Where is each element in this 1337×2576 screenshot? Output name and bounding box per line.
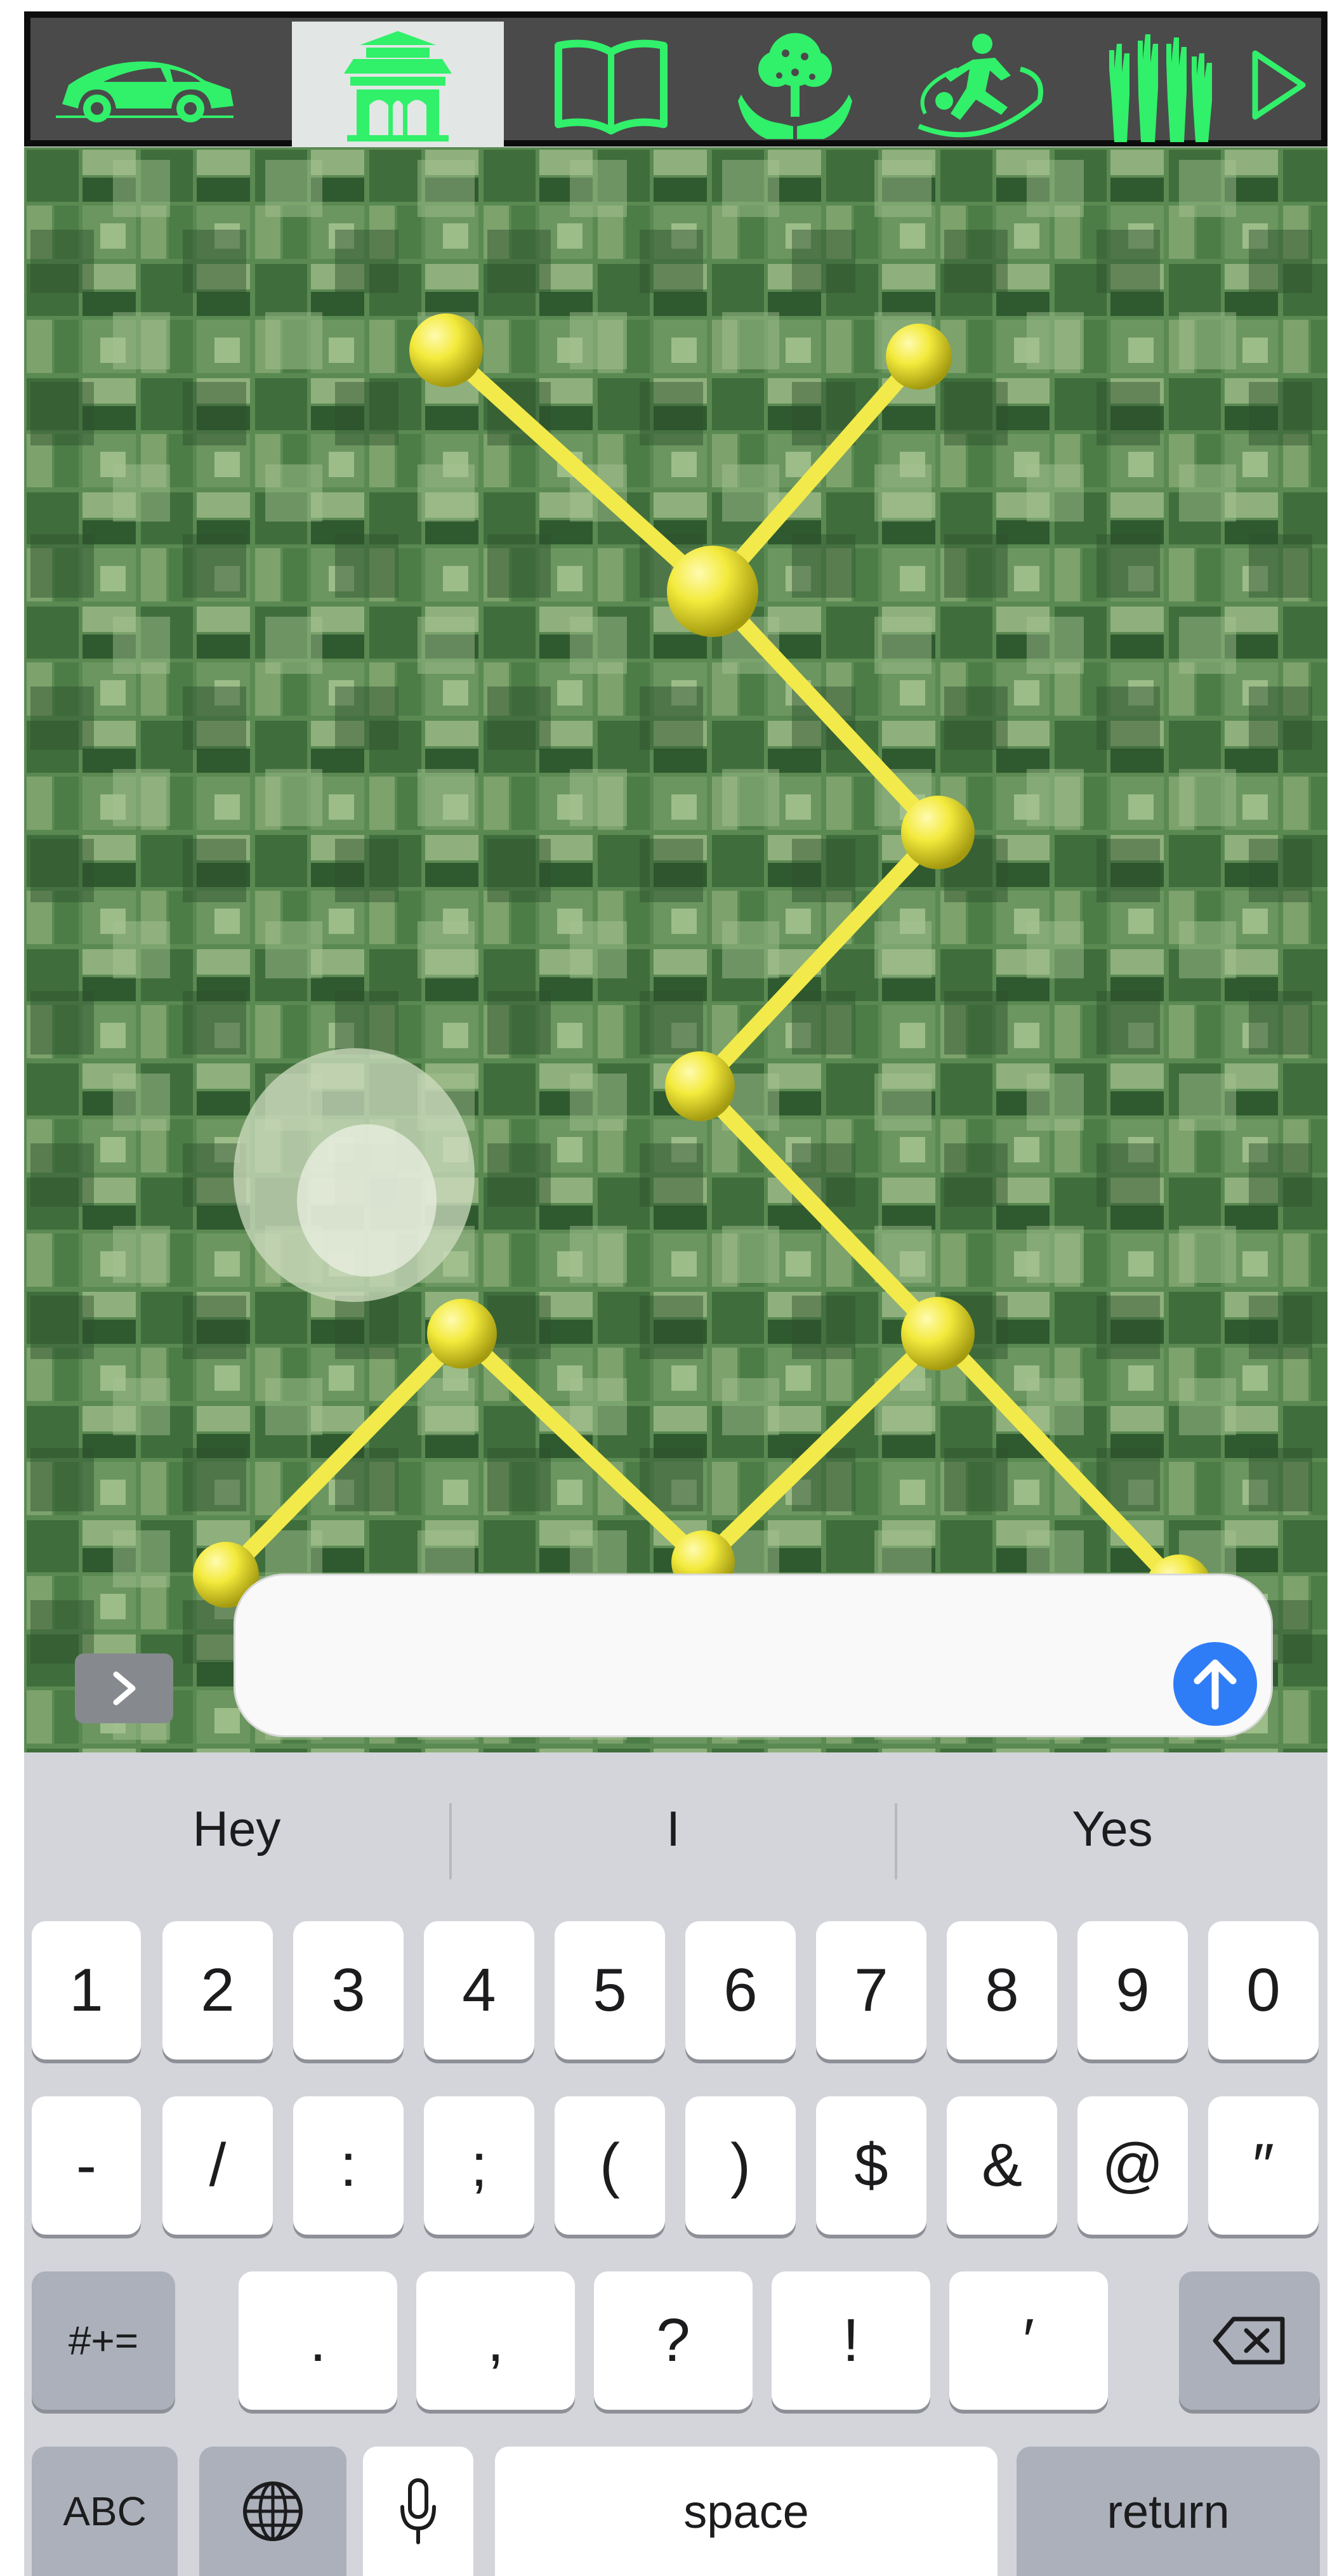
return-key[interactable]: return (1017, 2447, 1320, 2576)
suggestion-2[interactable]: I (452, 1752, 895, 1905)
pattern-node[interactable] (667, 546, 758, 637)
key-1[interactable]: 1 (32, 1921, 141, 2060)
dictation-key[interactable] (363, 2447, 473, 2576)
key-period[interactable]: . (239, 2271, 397, 2410)
pattern-node[interactable] (665, 1051, 735, 1121)
delete-key[interactable] (1179, 2271, 1320, 2410)
map-canvas (24, 147, 1327, 1752)
raised-hands-icon (1109, 34, 1212, 142)
send-button[interactable] (1173, 1642, 1257, 1726)
temple-icon (344, 31, 452, 141)
tree-hands-icon (738, 32, 852, 139)
satellite-map (24, 147, 1327, 1752)
key-0[interactable]: 0 (1208, 1921, 1319, 2060)
book-button[interactable] (529, 22, 694, 148)
pattern-node[interactable] (427, 1299, 497, 1369)
pattern-node[interactable] (901, 796, 975, 869)
car-button[interactable] (43, 22, 246, 148)
key-5[interactable]: 5 (555, 1921, 665, 2060)
chevron-right-icon (113, 1671, 135, 1705)
key-comma[interactable]: , (416, 2271, 575, 2410)
key-at[interactable]: @ (1077, 2096, 1188, 2235)
backspace-icon (1213, 2316, 1285, 2365)
key-9[interactable]: 9 (1077, 1921, 1188, 2060)
expand-button[interactable] (75, 1653, 173, 1723)
key-open-paren[interactable]: ( (555, 2096, 665, 2235)
abc-key[interactable]: ABC (32, 2447, 178, 2576)
car-icon (56, 61, 234, 122)
environment-button[interactable] (722, 22, 868, 148)
temple-button[interactable] (292, 22, 504, 148)
suggestion-1[interactable]: Hey (24, 1752, 449, 1905)
keyboard: Hey I Yes 1 2 3 4 5 6 7 8 9 0 - / : ; ( … (24, 1752, 1327, 2576)
key-6[interactable]: 6 (685, 1921, 796, 2060)
message-bar (24, 1546, 1327, 1752)
community-button[interactable] (1084, 22, 1230, 148)
pattern-node[interactable] (901, 1297, 975, 1370)
key-close-paren[interactable]: ) (685, 2096, 796, 2235)
key-dash[interactable]: - (32, 2096, 141, 2235)
key-exclamation[interactable]: ! (772, 2271, 930, 2410)
suggestion-bar: Hey I Yes (24, 1752, 1327, 1905)
suggestion-3[interactable]: Yes (897, 1752, 1327, 1905)
key-3[interactable]: 3 (293, 1921, 404, 2060)
key-7[interactable]: 7 (816, 1921, 926, 2060)
book-icon (555, 39, 668, 135)
key-slash[interactable]: / (162, 2096, 273, 2235)
athlete-icon (918, 33, 1043, 137)
key-semicolon[interactable]: ; (424, 2096, 534, 2235)
key-colon[interactable]: : (293, 2096, 404, 2235)
arrow-up-icon (1194, 1659, 1237, 1710)
space-key[interactable]: space (495, 2447, 998, 2576)
pattern-node[interactable] (886, 324, 952, 390)
sports-button[interactable] (897, 22, 1062, 148)
play-icon (1252, 50, 1306, 119)
key-4[interactable]: 4 (424, 1921, 534, 2060)
key-more-symbols[interactable]: #+= (32, 2271, 175, 2410)
message-input[interactable] (234, 1574, 1273, 1737)
key-question[interactable]: ? (594, 2271, 753, 2410)
key-dollar[interactable]: $ (816, 2096, 926, 2235)
next-button[interactable] (1230, 22, 1325, 148)
top-toolbar (24, 11, 1327, 148)
microphone-icon (400, 2478, 436, 2544)
key-8[interactable]: 8 (947, 1921, 1057, 2060)
key-quote[interactable]: ″ (1208, 2096, 1319, 2235)
pattern-node[interactable] (409, 313, 483, 387)
key-apostrophe[interactable]: ′ (949, 2271, 1108, 2410)
key-2[interactable]: 2 (162, 1921, 273, 2060)
key-ampersand[interactable]: & (947, 2096, 1057, 2235)
globe-icon (243, 2481, 303, 2541)
globe-key[interactable] (199, 2447, 346, 2576)
